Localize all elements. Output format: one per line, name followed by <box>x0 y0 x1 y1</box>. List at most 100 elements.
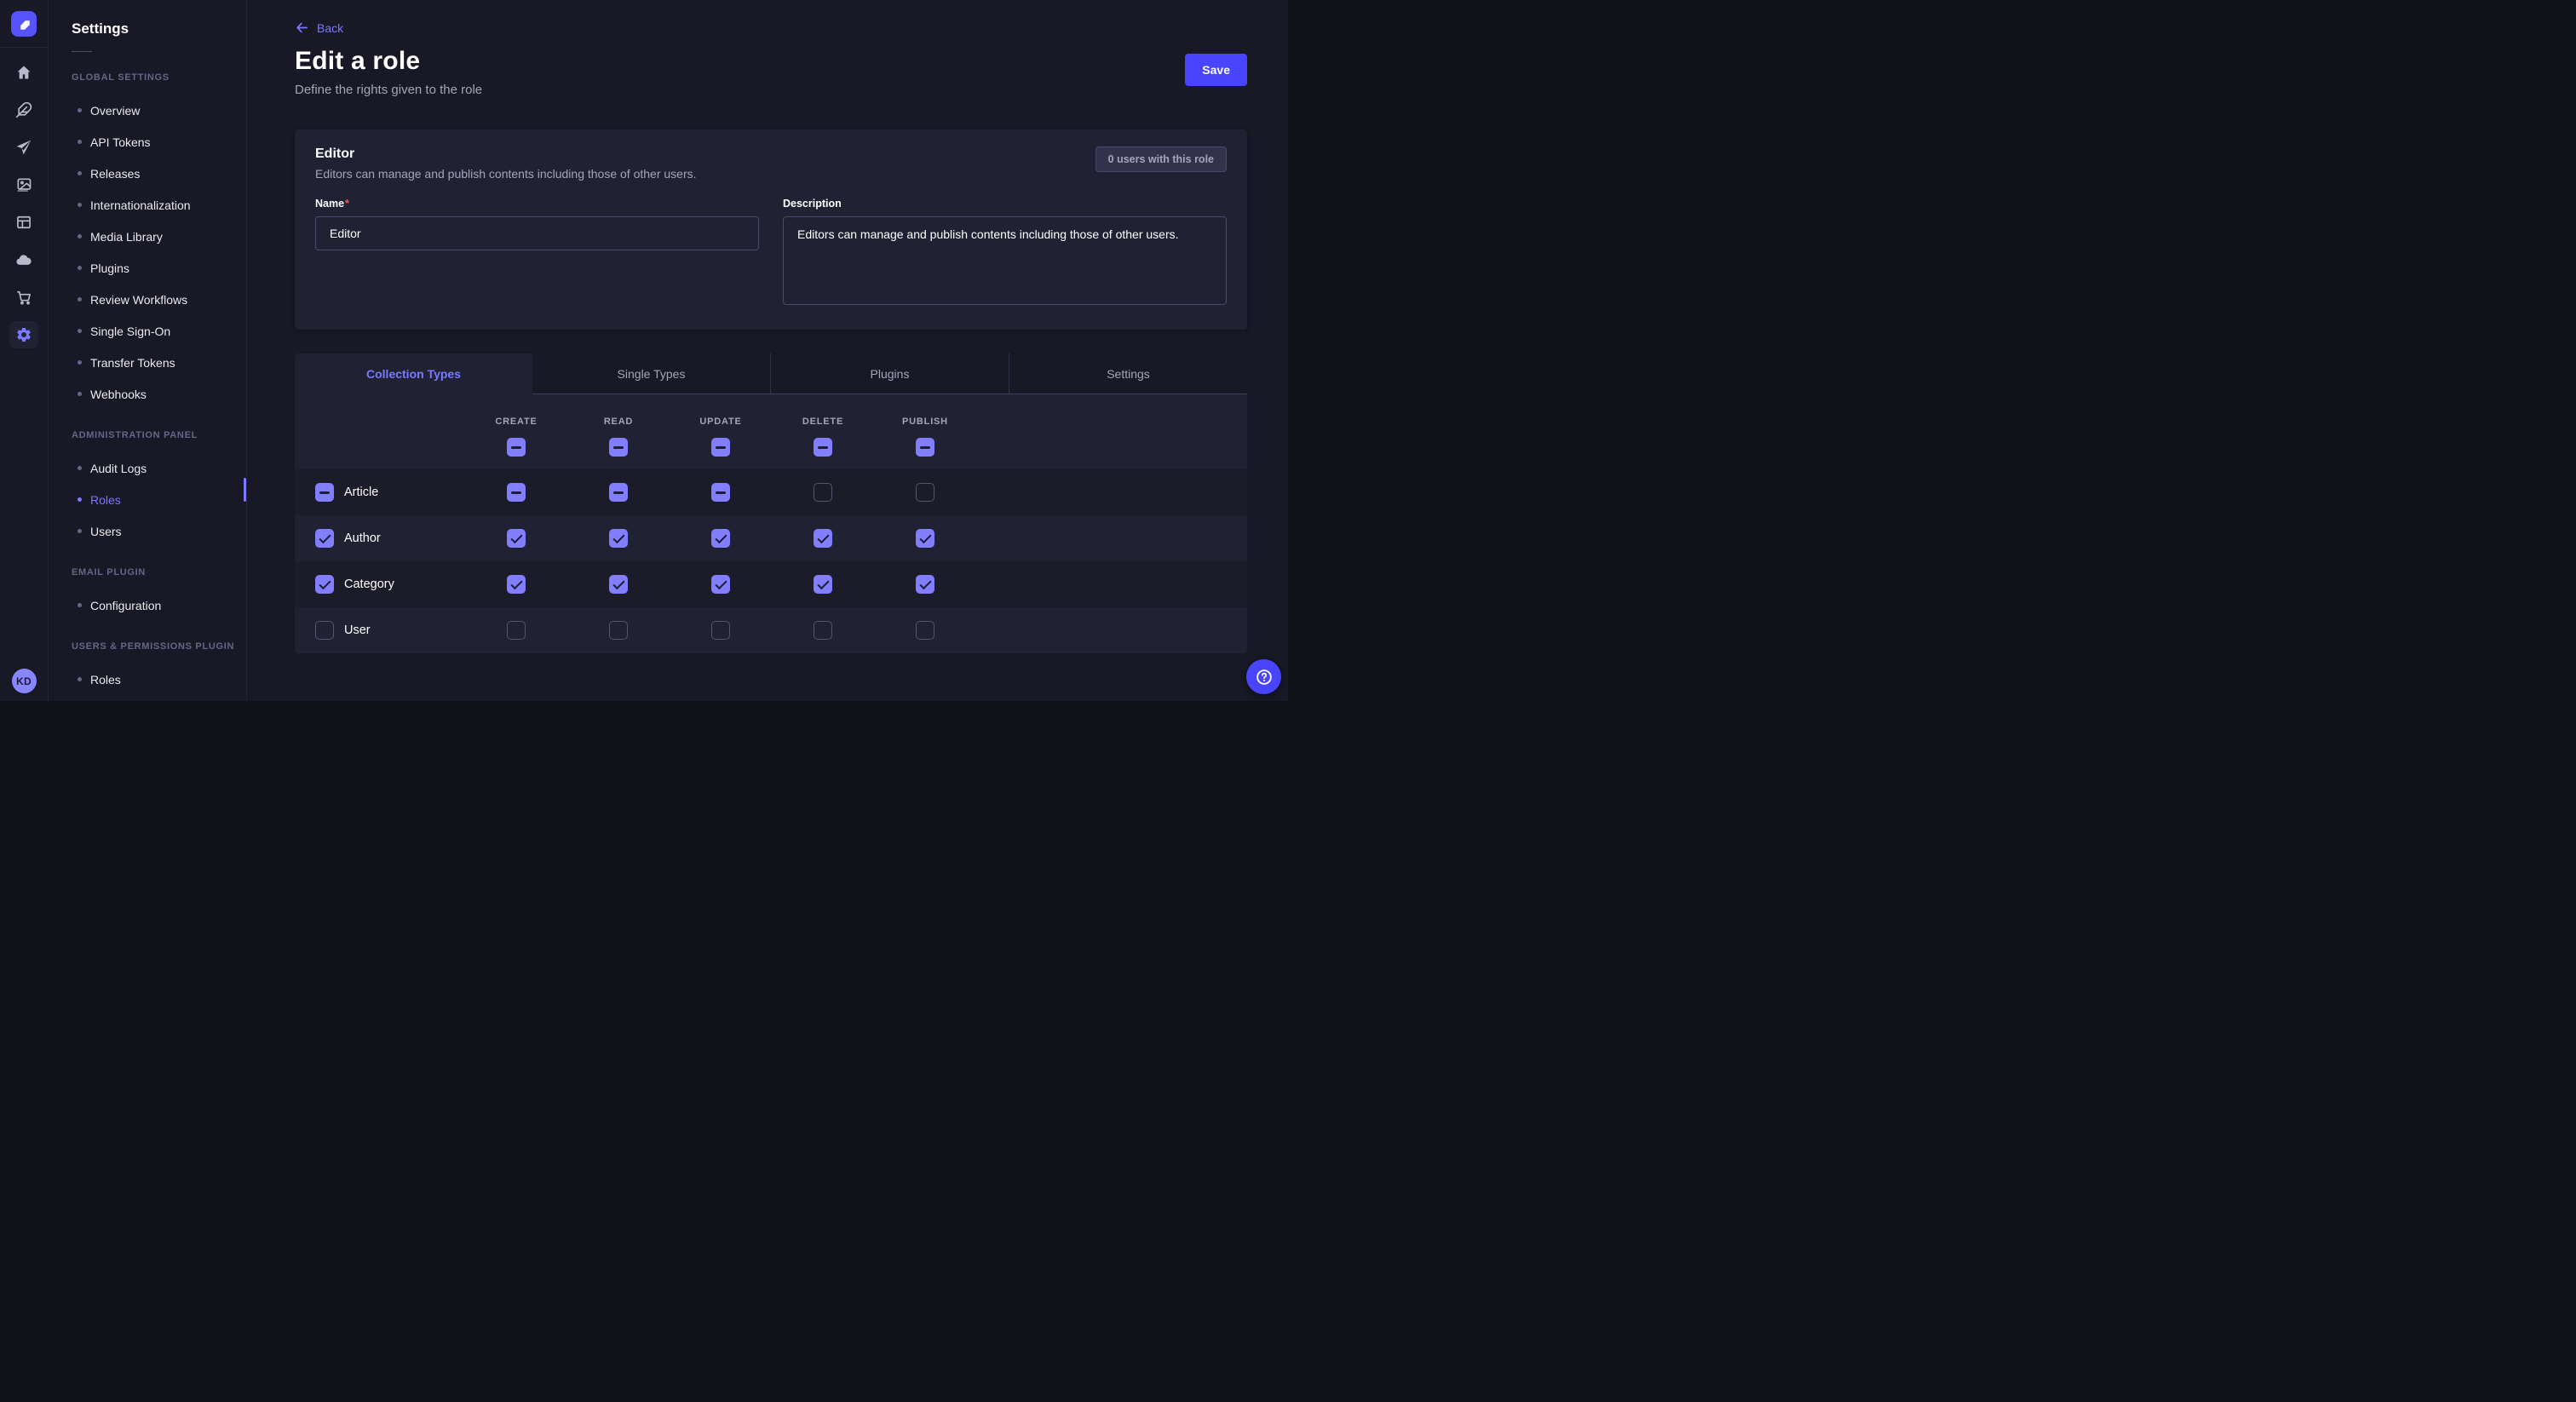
help-button[interactable] <box>1246 659 1281 694</box>
marketplace-cart-icon[interactable] <box>9 284 38 311</box>
bullet-icon <box>78 603 82 607</box>
sidebar-item-audit-logs[interactable]: Audit Logs <box>49 452 246 484</box>
save-button[interactable]: Save <box>1185 54 1247 86</box>
sidebar-item-label: Releases <box>90 167 140 181</box>
permission-checkbox-delete[interactable] <box>814 529 832 548</box>
role-fields: Name* Description Editors can manage and… <box>315 196 1227 309</box>
permission-checkbox-delete[interactable] <box>814 575 832 594</box>
home-icon[interactable] <box>9 59 38 86</box>
sidebar-item-overview[interactable]: Overview <box>49 95 246 126</box>
back-link[interactable]: Back <box>295 20 343 35</box>
row-label: Author <box>344 531 381 545</box>
select-all-delete-checkbox[interactable] <box>814 438 832 457</box>
row-select-checkbox[interactable] <box>315 529 334 548</box>
permission-checkbox-read[interactable] <box>609 621 628 640</box>
role-summary: Editors can manage and publish contents … <box>315 167 697 181</box>
permission-checkbox-update[interactable] <box>711 621 730 640</box>
sidebar-item-users[interactable]: Users <box>49 515 246 547</box>
permission-checkbox-update[interactable] <box>711 483 730 502</box>
required-asterisk: * <box>345 198 349 210</box>
users-count-badge[interactable]: 0 users with this role <box>1095 147 1227 172</box>
sidebar-item-label: Single Sign-On <box>90 325 170 338</box>
permission-checkbox-update[interactable] <box>711 575 730 594</box>
permission-checkbox-publish[interactable] <box>916 621 934 640</box>
tab-collection-types[interactable]: Collection Types <box>295 353 532 394</box>
media-library-images-icon[interactable] <box>9 171 38 198</box>
permission-checkbox-read[interactable] <box>609 529 628 548</box>
permission-checkbox-create[interactable] <box>507 483 526 502</box>
permission-checkbox-read[interactable] <box>609 483 628 502</box>
sidebar-item-internationalization[interactable]: Internationalization <box>49 189 246 221</box>
bullet-icon <box>78 171 82 175</box>
sidebar-item-releases[interactable]: Releases <box>49 158 246 189</box>
bullet-icon <box>78 234 82 238</box>
permission-checkbox-create[interactable] <box>507 575 526 594</box>
description-field-label: Description <box>783 198 842 210</box>
strapi-logo[interactable] <box>11 11 37 37</box>
column-label-update: UPDATE <box>699 417 741 427</box>
sidebar-item-media-library[interactable]: Media Library <box>49 221 246 252</box>
permission-checkbox-delete[interactable] <box>814 621 832 640</box>
permission-checkbox-update[interactable] <box>711 529 730 548</box>
sidebar-item-plugins[interactable]: Plugins <box>49 252 246 284</box>
sidebar-item-roles-active[interactable]: Roles <box>49 484 246 515</box>
role-card-head: Editor Editors can manage and publish co… <box>315 147 1227 181</box>
cloud-icon[interactable] <box>9 246 38 273</box>
sidebar-item-transfer-tokens[interactable]: Transfer Tokens <box>49 347 246 378</box>
page-title: Edit a role <box>295 47 482 76</box>
name-field-group: Name* <box>315 196 759 309</box>
permission-row-article: Article <box>295 469 1247 515</box>
row-select-checkbox[interactable] <box>315 621 334 640</box>
sidebar-item-configuration[interactable]: Configuration <box>49 589 246 621</box>
user-avatar[interactable]: KD <box>12 669 37 693</box>
sidebar-item-providers[interactable]: Providers <box>49 695 246 701</box>
header-spacer <box>295 394 465 469</box>
permission-checkbox-publish[interactable] <box>916 529 934 548</box>
tab-single-types[interactable]: Single Types <box>532 353 770 394</box>
select-all-create-checkbox[interactable] <box>507 438 526 457</box>
permission-checkbox-publish[interactable] <box>916 575 934 594</box>
sidebar-item-up-roles[interactable]: Roles <box>49 664 246 695</box>
row-label: User <box>344 623 371 637</box>
bullet-icon <box>78 203 82 207</box>
bullet-icon <box>78 466 82 470</box>
sidebar-item-label: Roles <box>90 493 121 507</box>
select-all-read-checkbox[interactable] <box>609 438 628 457</box>
select-all-publish-checkbox[interactable] <box>916 438 934 457</box>
sidebar-item-single-sign-on[interactable]: Single Sign-On <box>49 315 246 347</box>
bullet-icon <box>78 392 82 396</box>
column-label-create: CREATE <box>495 417 537 427</box>
sidebar-item-review-workflows[interactable]: Review Workflows <box>49 284 246 315</box>
permissions-tabbar: Collection Types Single Types Plugins Se… <box>295 353 1247 394</box>
row-select-checkbox[interactable] <box>315 575 334 594</box>
sidebar-item-webhooks[interactable]: Webhooks <box>49 378 246 410</box>
row-label: Category <box>344 577 394 591</box>
name-field[interactable] <box>315 216 759 250</box>
permissions-panel: CREATE READ UPDATE DELETE <box>295 394 1247 653</box>
paper-plane-icon[interactable] <box>9 134 38 161</box>
column-label-read: READ <box>604 417 633 427</box>
permission-checkbox-create[interactable] <box>507 529 526 548</box>
sidebar-item-api-tokens[interactable]: API Tokens <box>49 126 246 158</box>
permission-checkbox-publish[interactable] <box>916 483 934 502</box>
permission-checkbox-read[interactable] <box>609 575 628 594</box>
row-label-cell: Author <box>295 529 465 548</box>
tab-plugins[interactable]: Plugins <box>770 353 1009 394</box>
tab-settings[interactable]: Settings <box>1009 353 1247 394</box>
permission-checkbox-delete[interactable] <box>814 483 832 502</box>
content-type-builder-layout-icon[interactable] <box>9 209 38 236</box>
permission-checkbox-create[interactable] <box>507 621 526 640</box>
permission-row-category: Category <box>295 561 1247 607</box>
row-label-cell: Article <box>295 483 465 502</box>
description-field[interactable]: Editors can manage and publish contents … <box>783 216 1227 305</box>
select-all-update-checkbox[interactable] <box>711 438 730 457</box>
permission-row-author: Author <box>295 515 1247 561</box>
settings-gear-icon[interactable] <box>9 321 38 348</box>
column-label-publish: PUBLISH <box>902 417 948 427</box>
rail-divider <box>0 47 49 48</box>
row-select-checkbox[interactable] <box>315 483 334 502</box>
active-item-indicator <box>244 478 246 502</box>
column-delete: DELETE <box>772 394 874 469</box>
role-details-card: Editor Editors can manage and publish co… <box>295 129 1247 330</box>
content-manager-feather-icon[interactable] <box>9 96 38 124</box>
